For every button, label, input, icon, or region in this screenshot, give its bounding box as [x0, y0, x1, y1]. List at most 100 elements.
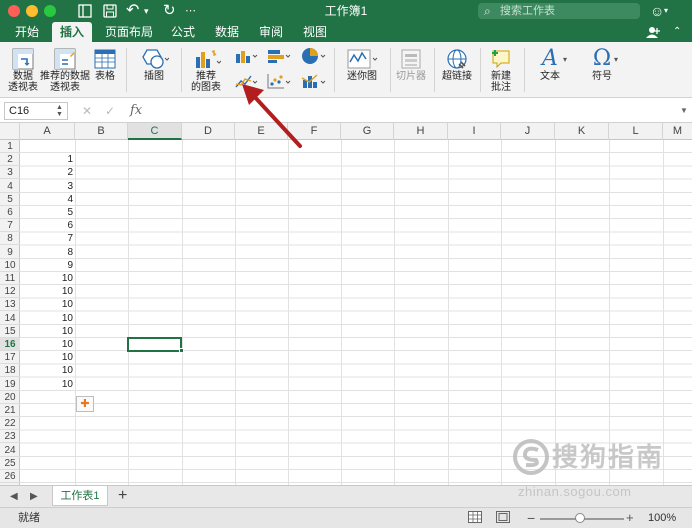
cell-a6[interactable]: 5 [20, 206, 75, 219]
name-box-stepper-icon[interactable]: ▲ ▼ [56, 104, 63, 118]
select-all-corner[interactable] [0, 123, 20, 140]
active-cell-c16[interactable] [127, 337, 182, 352]
cell-a4[interactable]: 3 [20, 180, 75, 193]
previous-sheet-icon[interactable]: ◀ [10, 489, 18, 505]
zoom-window-button[interactable] [44, 5, 56, 17]
cell-a5[interactable]: 4 [20, 193, 75, 206]
pie-chart-icon[interactable] [300, 47, 328, 65]
undo-dropdown-icon[interactable]: ▾ [144, 3, 149, 19]
undo-icon[interactable]: ↶ [126, 3, 139, 19]
recommended-pivot-button[interactable]: 推荐的数据 透视表 [40, 47, 90, 93]
column-header-k[interactable]: K [555, 123, 609, 140]
smiley-icon[interactable]: ☺ [650, 3, 664, 19]
column-header-g[interactable]: G [341, 123, 394, 140]
tab-formulas[interactable]: 公式 [164, 22, 202, 42]
feedback-dropdown-icon[interactable]: ▾ [664, 3, 668, 19]
zoom-out-button[interactable]: − [527, 509, 535, 527]
paste-options-button[interactable]: ✚ [76, 396, 94, 412]
row-header-3[interactable]: 3 [0, 166, 20, 180]
enter-icon[interactable]: ✓ [105, 102, 115, 120]
cell-a2[interactable]: 1 [20, 153, 75, 166]
column-header-h[interactable]: H [394, 123, 448, 140]
row-header-14[interactable]: 14 [0, 312, 20, 325]
formula-bar-expand-icon[interactable]: ▼ [680, 106, 688, 116]
normal-view-icon[interactable] [468, 511, 482, 523]
customize-icon[interactable]: ⋯ [185, 3, 196, 19]
row-header-7[interactable]: 7 [0, 219, 20, 233]
sparklines-button[interactable]: 迷你图 [340, 47, 384, 82]
row-header-20[interactable]: 20 [0, 391, 20, 404]
illustrations-button[interactable]: 插图 [134, 47, 174, 82]
tab-review[interactable]: 审阅 [252, 22, 290, 42]
fill-handle[interactable] [179, 348, 184, 353]
cell-a16[interactable]: 10 [20, 338, 75, 351]
column-header-b[interactable]: B [75, 123, 128, 140]
cell-a19[interactable]: 10 [20, 378, 75, 391]
row-header-11[interactable]: 11 [0, 272, 20, 285]
recommended-charts-button[interactable]: 推荐 的图表 [186, 47, 226, 93]
save-icon[interactable] [103, 4, 117, 18]
zoom-slider-handle[interactable] [575, 513, 585, 523]
row-header-4[interactable]: 4 [0, 180, 20, 193]
row-header-19[interactable]: 19 [0, 378, 20, 391]
cell-a17[interactable]: 10 [20, 351, 75, 364]
column-chart-icon[interactable] [234, 48, 260, 64]
cell-area[interactable]: 1 2 3 4 5 6 7 8 9 10 10 10 10 10 10 10 10 10 [20, 140, 692, 485]
cell-a12[interactable]: 10 [20, 285, 75, 298]
row-header-13[interactable]: 13 [0, 298, 20, 312]
column-header-d[interactable]: D [182, 123, 235, 140]
row-header-23[interactable]: 23 [0, 430, 20, 444]
row-header-22[interactable]: 22 [0, 417, 20, 431]
row-header-2[interactable]: 2 [0, 153, 20, 167]
row-header-24[interactable]: 24 [0, 444, 20, 457]
zoom-in-button[interactable]: + [626, 509, 634, 527]
minimize-window-button[interactable] [26, 5, 38, 17]
cancel-icon[interactable]: ✕ [82, 102, 92, 120]
hyperlink-button[interactable]: 超链接 [438, 47, 476, 82]
close-window-button[interactable] [8, 5, 20, 17]
row-header-25[interactable]: 25 [0, 457, 20, 470]
cell-a9[interactable]: 8 [20, 246, 75, 259]
insert-function-icon[interactable]: fx [130, 101, 142, 121]
tab-data[interactable]: 数据 [208, 22, 246, 42]
text-button[interactable]: A 文本 [528, 47, 572, 83]
next-sheet-icon[interactable]: ▶ [30, 489, 38, 505]
cell-a8[interactable]: 7 [20, 232, 75, 245]
row-header-8[interactable]: 8 [0, 232, 20, 246]
formula-input[interactable] [150, 101, 674, 121]
share-user-icon[interactable] [646, 26, 660, 38]
row-header-10[interactable]: 10 [0, 259, 20, 272]
row-header-6[interactable]: 6 [0, 206, 20, 219]
table-button[interactable]: 表格 [90, 47, 120, 82]
column-header-m[interactable]: M [663, 123, 692, 140]
tab-page-layout[interactable]: 页面布局 [100, 22, 158, 42]
sidebar-icon[interactable] [78, 4, 92, 18]
cell-a7[interactable]: 6 [20, 219, 75, 232]
column-header-i[interactable]: I [448, 123, 501, 140]
cell-a3[interactable]: 2 [20, 166, 75, 179]
row-header-12[interactable]: 12 [0, 285, 20, 299]
tab-view[interactable]: 视图 [296, 22, 334, 42]
cell-a11[interactable]: 10 [20, 272, 75, 285]
ribbon-collapse-icon[interactable]: ⌃ [673, 24, 681, 40]
sheet-tab-1[interactable]: 工作表1 [52, 486, 108, 506]
cell-a14[interactable]: 10 [20, 312, 75, 325]
row-header-16[interactable]: 16 [0, 338, 20, 351]
row-header-5[interactable]: 5 [0, 193, 20, 206]
cell-a13[interactable]: 10 [20, 298, 75, 311]
row-header-26[interactable]: 26 [0, 470, 20, 483]
symbol-dropdown-icon[interactable]: ▾ [614, 56, 618, 64]
worksheet-grid[interactable]: A B C D E F G H I J K L M 1 2 3 4 5 6 7 8 9 10 11 1… [0, 123, 692, 485]
redo-icon[interactable]: ↻ [163, 3, 176, 19]
bar-chart-icon[interactable] [266, 48, 292, 64]
row-header-1[interactable]: 1 [0, 140, 20, 153]
zoom-level[interactable]: 100% [648, 512, 676, 525]
column-header-a[interactable]: A [20, 123, 75, 140]
row-header-18[interactable]: 18 [0, 364, 20, 378]
cell-a15[interactable]: 10 [20, 325, 75, 338]
row-header-15[interactable]: 15 [0, 325, 20, 338]
row-header-21[interactable]: 21 [0, 404, 20, 417]
new-comment-button[interactable]: 新建 批注 [484, 47, 518, 93]
tab-home[interactable]: 开始 [8, 22, 46, 42]
column-header-l[interactable]: L [609, 123, 663, 140]
